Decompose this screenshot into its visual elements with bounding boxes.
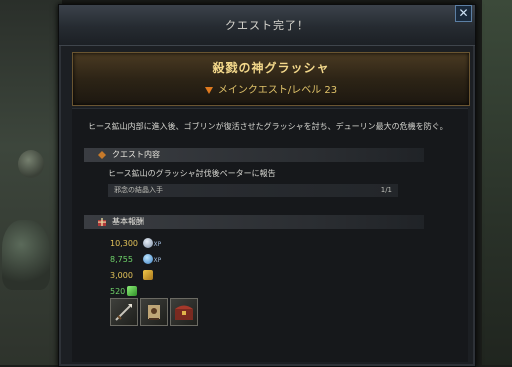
- quest-content-header: クエスト内容: [84, 148, 424, 162]
- background-rock: [2, 220, 50, 290]
- gift-icon: [98, 218, 106, 226]
- reward-gem: 520: [110, 286, 137, 296]
- reward-gold-value: 3,000: [110, 270, 133, 280]
- background-orb: [18, 150, 44, 178]
- close-button[interactable]: ✕: [455, 5, 472, 22]
- background-scene-left: [0, 0, 62, 365]
- reward-xp: 10,300 XP: [110, 238, 161, 248]
- basic-reward-header-label: 基本報酬: [112, 217, 144, 226]
- quest-content-icon: [98, 151, 106, 159]
- quest-type: メインクエスト/レベル 23: [73, 81, 469, 96]
- reward-item-slot-2[interactable]: [140, 298, 168, 326]
- window-titlebar[interactable]: クエスト完了！: [59, 5, 475, 46]
- soul-xp-tag: XP: [153, 256, 162, 264]
- gold-coin-icon: [142, 270, 153, 280]
- reward-gold: 3,000: [110, 270, 153, 280]
- window-title: クエスト完了！: [225, 19, 309, 32]
- quest-content-panel: ヒース鉱山内部に進入後、ゴブリンが復活させたグラッシャを討ち、デューリン最大の危…: [72, 108, 468, 362]
- reward-gem-value: 520: [110, 286, 126, 296]
- scroll-item-icon: [148, 305, 160, 320]
- reward-xp-value: 10,300: [110, 238, 138, 248]
- quest-name: 殺戮の神グラッシャ: [212, 61, 330, 75]
- background-scene-right: [482, 0, 512, 365]
- quest-content-header-label: クエスト内容: [112, 150, 160, 159]
- reward-soul-xp: 8,755 XP: [110, 254, 161, 264]
- close-icon: ✕: [458, 6, 469, 20]
- quest-type-label: メインクエスト/レベル 23: [217, 85, 338, 96]
- reward-item-slot-1[interactable]: [110, 298, 138, 326]
- objective-label: 邪念の結晶入手: [114, 186, 163, 194]
- green-gem-icon: [126, 286, 137, 296]
- reward-item-slot-3[interactable]: [170, 298, 198, 326]
- spear-item-icon: [115, 304, 132, 321]
- quest-description: ヒース鉱山内部に進入後、ゴブリンが復活させたグラッシャを討ち、デューリン最大の危…: [88, 122, 448, 131]
- chest-item-icon: [175, 305, 193, 320]
- quest-marker-icon: [204, 86, 213, 94]
- reward-soul-xp-value: 8,755: [110, 254, 133, 264]
- basic-reward-header: 基本報酬: [84, 215, 424, 229]
- objective-row: 邪念の結晶入手 1/1: [108, 184, 398, 197]
- soul-xp-icon: [142, 254, 153, 264]
- xp-orb-icon: [142, 238, 153, 248]
- quest-banner: 殺戮の神グラッシャ メインクエスト/レベル 23: [72, 52, 470, 106]
- quest-detail: ヒース鉱山のグラッシャ討伐後ペーターに報告: [108, 169, 276, 178]
- xp-tag: XP: [153, 240, 162, 248]
- objective-count: 1/1: [380, 186, 392, 194]
